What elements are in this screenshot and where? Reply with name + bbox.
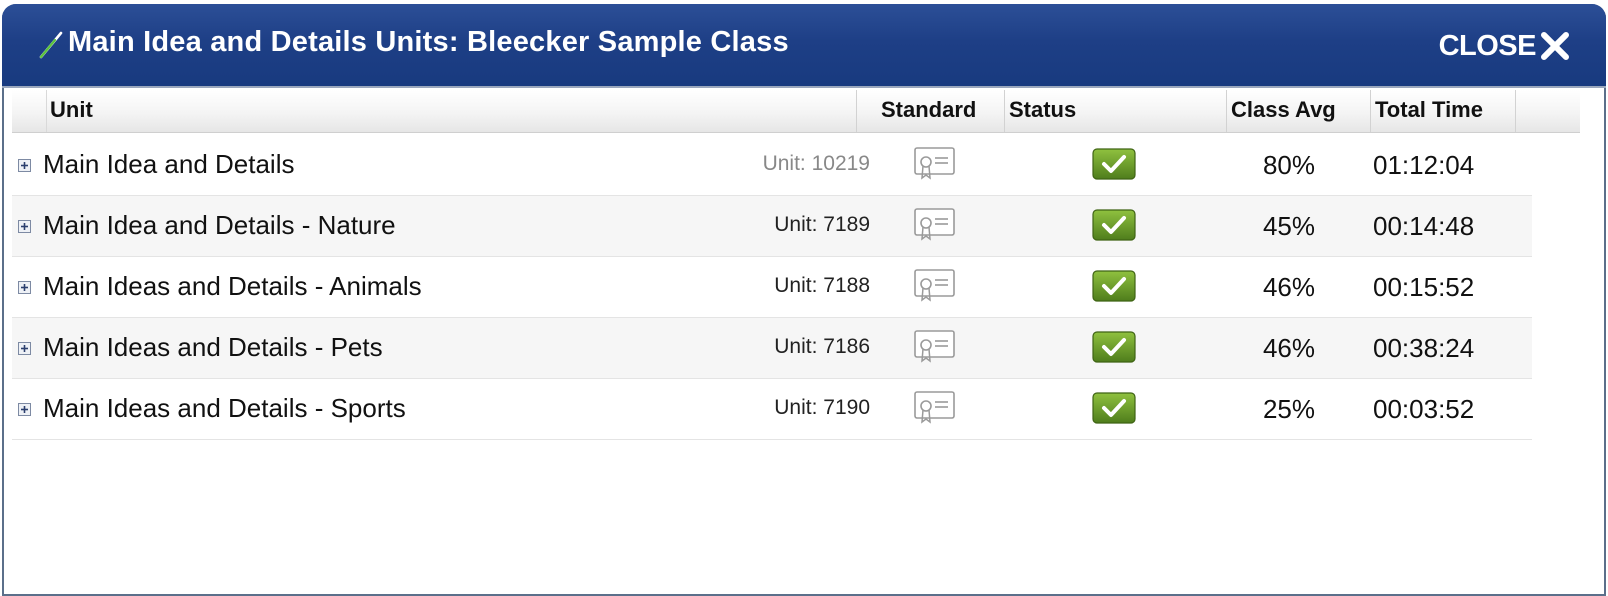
unit-name[interactable]: Main Idea and Details - Nature (43, 210, 396, 241)
unit-name[interactable]: Main Ideas and Details - Sports (43, 393, 406, 424)
table-header: Unit Standard Status Class Avg Total Tim… (12, 90, 1580, 133)
unit-id: Unit: 7190 (774, 396, 870, 419)
total-time-value: 00:03:52 (1373, 394, 1475, 424)
certificate-icon[interactable] (913, 145, 957, 183)
total-time-value: 00:15:52 (1373, 272, 1475, 302)
unit-name[interactable]: Main Idea and Details (43, 149, 294, 180)
total-time-value: 01:12:04 (1373, 150, 1475, 180)
close-label: CLOSE (1438, 29, 1537, 62)
unit-id: Unit: 7188 (774, 274, 870, 297)
total-time-value: 00:38:24 (1373, 333, 1475, 363)
unit-id: Unit: 7189 (774, 213, 870, 236)
class-avg-value: 80% (1262, 150, 1316, 180)
checkmark-icon (1092, 148, 1136, 180)
table-row[interactable]: Main Ideas and Details - Pets Unit: 7186… (12, 318, 1532, 379)
expand-plus-icon[interactable] (18, 342, 31, 355)
header-gutter (12, 90, 47, 132)
certificate-icon[interactable] (913, 206, 957, 244)
unit-id: Unit: 10219 (762, 152, 870, 175)
column-header-total-time[interactable]: Total Time (1370, 90, 1516, 132)
checkmark-icon (1092, 209, 1136, 241)
expand-plus-icon[interactable] (18, 159, 31, 172)
unit-name[interactable]: Main Ideas and Details - Pets (43, 332, 383, 363)
units-table-body: Main Idea and Details Unit: 10219 80% 01… (12, 135, 1532, 440)
pencil-icon (39, 31, 63, 59)
class-avg-value: 25% (1262, 394, 1316, 424)
close-button[interactable]: CLOSE (1439, 26, 1572, 66)
certificate-icon[interactable] (913, 389, 957, 427)
checkmark-icon (1092, 270, 1136, 302)
expand-plus-icon[interactable] (18, 403, 31, 416)
table-row[interactable]: Main Idea and Details - Nature Unit: 718… (12, 196, 1532, 257)
certificate-icon[interactable] (913, 267, 957, 305)
checkmark-icon (1092, 331, 1136, 363)
column-header-class-avg[interactable]: Class Avg (1226, 90, 1370, 132)
units-dialog: Main Idea and Details Units: Bleecker Sa… (2, 4, 1606, 596)
expand-plus-icon[interactable] (18, 281, 31, 294)
unit-id: Unit: 7186 (774, 335, 870, 358)
column-header-status[interactable]: Status (1004, 90, 1226, 132)
class-avg-value: 45% (1262, 211, 1316, 241)
expand-plus-icon[interactable] (18, 220, 31, 233)
dialog-titlebar: Main Idea and Details Units: Bleecker Sa… (2, 4, 1606, 88)
class-avg-value: 46% (1262, 272, 1316, 302)
table-row[interactable]: Main Idea and Details Unit: 10219 80% 01… (12, 135, 1532, 196)
table-row[interactable]: Main Ideas and Details - Animals Unit: 7… (12, 257, 1532, 318)
column-header-unit[interactable]: Unit (46, 90, 856, 132)
close-icon[interactable] (1538, 29, 1572, 63)
table-row[interactable]: Main Ideas and Details - Sports Unit: 71… (12, 379, 1532, 440)
dialog-title: Main Idea and Details Units: Bleecker Sa… (68, 26, 789, 58)
unit-name[interactable]: Main Ideas and Details - Animals (43, 271, 422, 302)
checkmark-icon (1092, 392, 1136, 424)
class-avg-value: 46% (1262, 333, 1316, 363)
total-time-value: 00:14:48 (1373, 211, 1475, 241)
column-header-standard[interactable]: Standard (856, 90, 1004, 132)
certificate-icon[interactable] (913, 328, 957, 366)
